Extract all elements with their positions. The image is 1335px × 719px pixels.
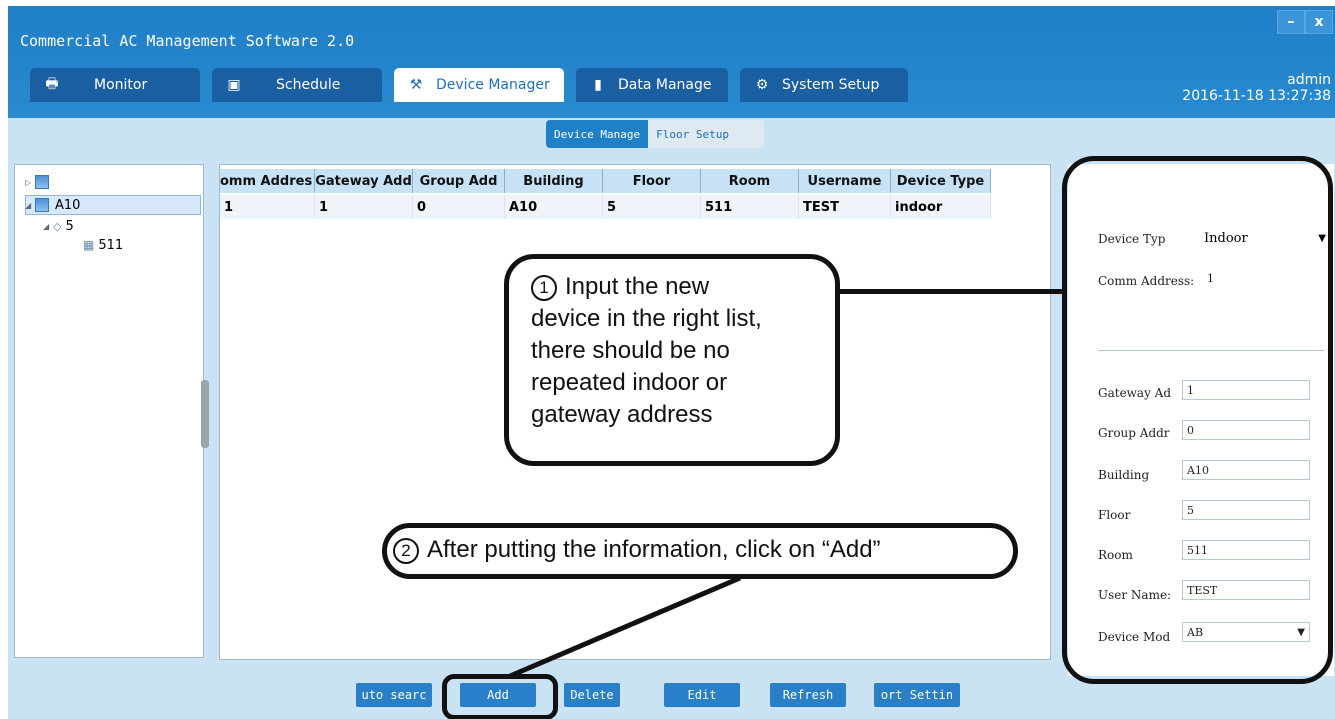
- callout-leader-line: [509, 575, 741, 679]
- callout-line: device in the right list,: [531, 305, 762, 332]
- callout-step-2: 2 After putting the information, click on…: [382, 523, 1018, 579]
- callout-line: gateway address: [531, 401, 713, 428]
- callout-step-1: 1 Input the new device in the right list,…: [504, 254, 840, 466]
- callout-line: repeated indoor or: [531, 369, 728, 396]
- step-number: 2: [393, 537, 419, 564]
- callout-line: there should be no: [531, 337, 730, 364]
- callout-text: After putting the information, click on …: [427, 536, 881, 563]
- callout-line: Input the new: [565, 273, 710, 300]
- step-number: 1: [531, 274, 557, 301]
